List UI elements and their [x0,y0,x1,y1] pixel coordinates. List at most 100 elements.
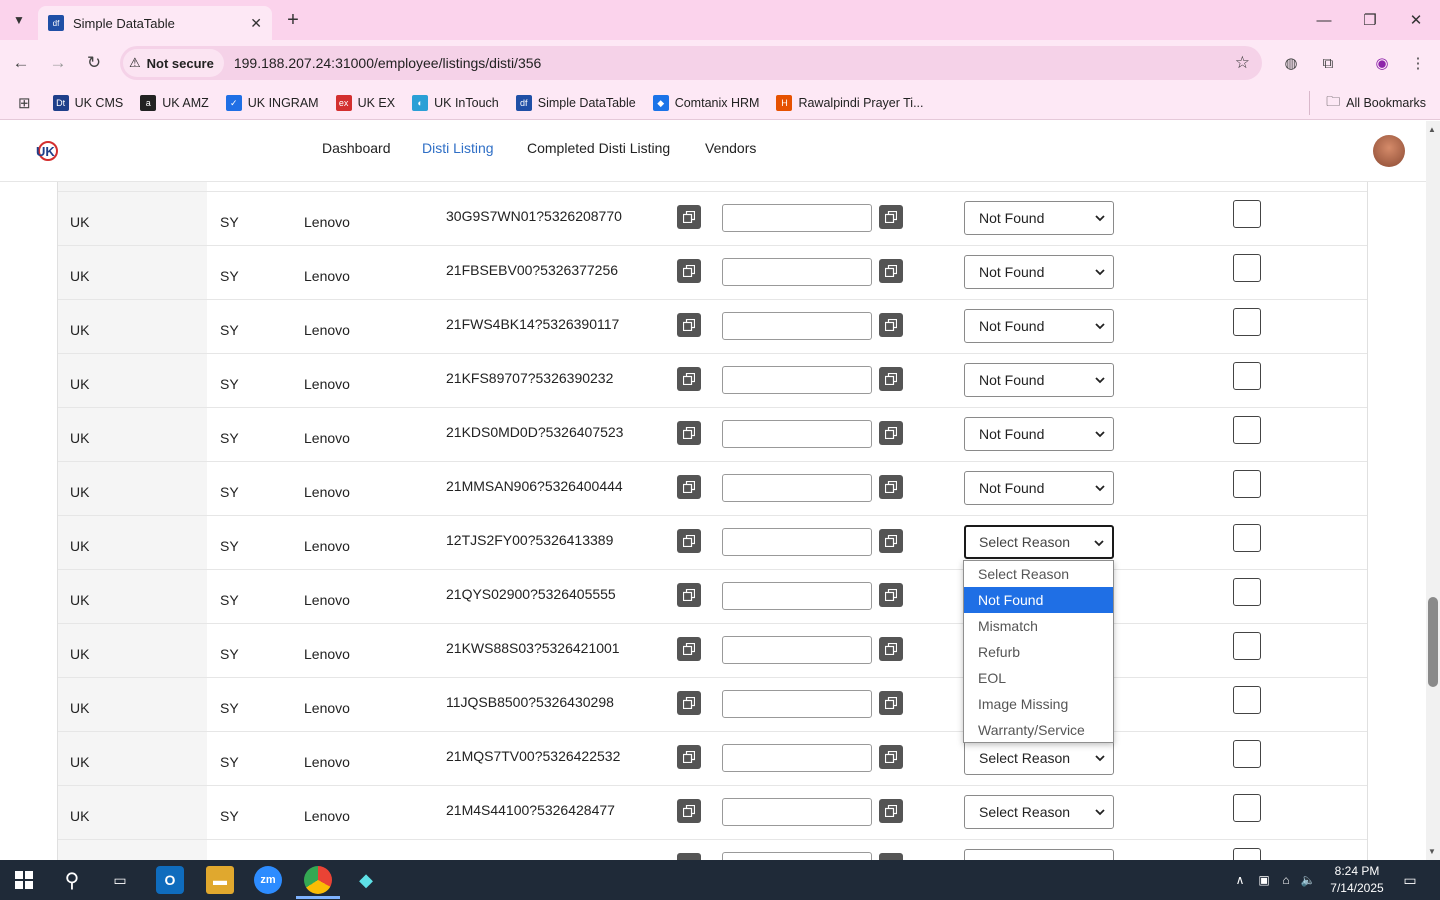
row-checkbox[interactable] [1233,686,1261,714]
listing-input[interactable] [722,204,872,232]
copy-sku-icon[interactable] [677,205,701,229]
dropdown-option[interactable]: Mismatch [964,613,1113,639]
volume-icon[interactable]: 🔈 [1294,866,1322,894]
bookmark-item[interactable]: ✓ UK INGRAM [225,94,319,111]
dropdown-option[interactable]: Select Reason [964,561,1113,587]
company-logo-icon[interactable]: UK [34,140,60,162]
copy-sku-icon[interactable] [677,583,701,607]
listing-input[interactable] [722,744,872,772]
notifications-icon[interactable]: ▭ [1396,866,1424,894]
vscode-icon[interactable]: ◆ [352,866,380,894]
copy-input-icon[interactable] [879,529,903,553]
copy-sku-icon[interactable] [677,367,701,391]
scroll-up-icon[interactable]: ▲ [1428,125,1436,134]
listing-input[interactable] [722,366,872,394]
reload-icon[interactable]: ↻ [81,50,107,76]
copy-input-icon[interactable] [879,583,903,607]
extensions-icon[interactable]: ⧉ [1317,52,1339,74]
reason-select[interactable] [964,849,1114,860]
reason-dropdown-menu[interactable]: Select Reason Not Found Mismatch Refurb EOL I… [963,560,1114,743]
listing-input[interactable] [722,798,872,826]
reason-select[interactable]: Select Reason [964,525,1114,559]
search-icon[interactable]: ⚲ [58,866,86,894]
bookmark-item[interactable]: ◐ UK InTouch [412,94,499,111]
listing-input[interactable] [722,690,872,718]
copy-sku-icon[interactable] [677,637,701,661]
scrollbar-thumb[interactable] [1428,597,1438,687]
all-bookmarks-button[interactable]: 🗀 All Bookmarks [1309,90,1426,115]
copy-sku-icon[interactable] [677,853,701,860]
close-window-icon[interactable]: ✕ [1402,8,1430,32]
copy-sku-icon[interactable] [677,421,701,445]
copy-input-icon[interactable] [879,475,903,499]
nav-completed-disti-listing[interactable]: Completed Disti Listing [527,140,670,156]
row-checkbox[interactable] [1233,848,1261,860]
row-checkbox[interactable] [1233,524,1261,552]
bookmark-item[interactable]: ex UK EX [335,94,395,111]
menu-icon[interactable]: ⋮ [1407,52,1429,74]
listing-input[interactable] [722,582,872,610]
copy-input-icon[interactable] [879,799,903,823]
copy-sku-icon[interactable] [677,475,701,499]
start-icon[interactable] [10,866,38,894]
translate-icon[interactable]: ◍ [1280,52,1302,74]
reason-select[interactable]: Select Reason [964,795,1114,829]
browser-tab[interactable]: df Simple DataTable ✕ [38,6,272,40]
listing-input[interactable] [722,528,872,556]
copy-input-icon[interactable] [879,313,903,337]
copy-input-icon[interactable] [879,205,903,229]
listing-input[interactable] [722,474,872,502]
listing-input[interactable] [722,420,872,448]
row-checkbox[interactable] [1233,416,1261,444]
listing-input[interactable] [722,312,872,340]
dropdown-option[interactable]: Image Missing [964,691,1113,717]
restore-icon[interactable]: ❐ [1356,8,1384,32]
new-tab-icon[interactable]: + [282,8,304,32]
row-checkbox[interactable] [1233,362,1261,390]
outlook-icon[interactable]: O [156,866,184,894]
copy-sku-icon[interactable] [677,259,701,283]
nav-vendors[interactable]: Vendors [705,140,756,156]
tab-search-icon[interactable]: ▼ [6,8,32,32]
bookmark-item[interactable]: Dt UK CMS [52,94,123,111]
reason-select[interactable]: Not Found [964,363,1114,397]
nav-dashboard[interactable]: Dashboard [322,140,391,156]
reason-select[interactable]: Not Found [964,471,1114,505]
copy-input-icon[interactable] [879,691,903,715]
reason-select[interactable]: Not Found [964,201,1114,235]
row-checkbox[interactable] [1233,254,1261,282]
listing-input[interactable] [722,636,872,664]
address-bar[interactable]: ⚠ Not secure 199.188.207.24:31000/employ… [120,46,1262,80]
copy-sku-icon[interactable] [677,691,701,715]
dropdown-option[interactable]: Refurb [964,639,1113,665]
file-explorer-icon[interactable]: ▬ [206,866,234,894]
page-scrollbar[interactable]: ▲ ▼ [1426,121,1440,860]
row-checkbox[interactable] [1233,308,1261,336]
security-indicator[interactable]: ⚠ Not secure [123,49,224,77]
bookmark-item[interactable]: a UK AMZ [140,94,209,111]
row-checkbox[interactable] [1233,578,1261,606]
listing-input[interactable] [722,258,872,286]
copy-input-icon[interactable] [879,421,903,445]
chrome-icon[interactable] [304,866,332,894]
row-checkbox[interactable] [1233,794,1261,822]
url-text[interactable]: 199.188.207.24:31000/employee/listings/d… [234,55,541,71]
nav-disti-listing[interactable]: Disti Listing [422,140,494,156]
copy-sku-icon[interactable] [677,745,701,769]
minimize-icon[interactable]: — [1310,8,1338,32]
copy-input-icon[interactable] [879,367,903,391]
row-checkbox[interactable] [1233,632,1261,660]
zoom-icon[interactable]: zm [254,866,282,894]
row-checkbox[interactable] [1233,200,1261,228]
bookmark-star-icon[interactable]: ☆ [1235,53,1250,73]
dropdown-option[interactable]: Not Found [964,587,1113,613]
reason-select[interactable]: Not Found [964,255,1114,289]
bookmark-item[interactable]: ◆ Comtanix HRM [652,94,759,111]
bookmark-item[interactable]: H Rawalpindi Prayer Ti... [776,94,924,111]
dropdown-option[interactable]: EOL [964,665,1113,691]
row-checkbox[interactable] [1233,470,1261,498]
dropdown-option[interactable]: Warranty/Service [964,717,1113,743]
copy-input-icon[interactable] [879,745,903,769]
listing-input[interactable] [722,852,872,860]
profile-icon[interactable]: ◉ [1371,52,1393,74]
